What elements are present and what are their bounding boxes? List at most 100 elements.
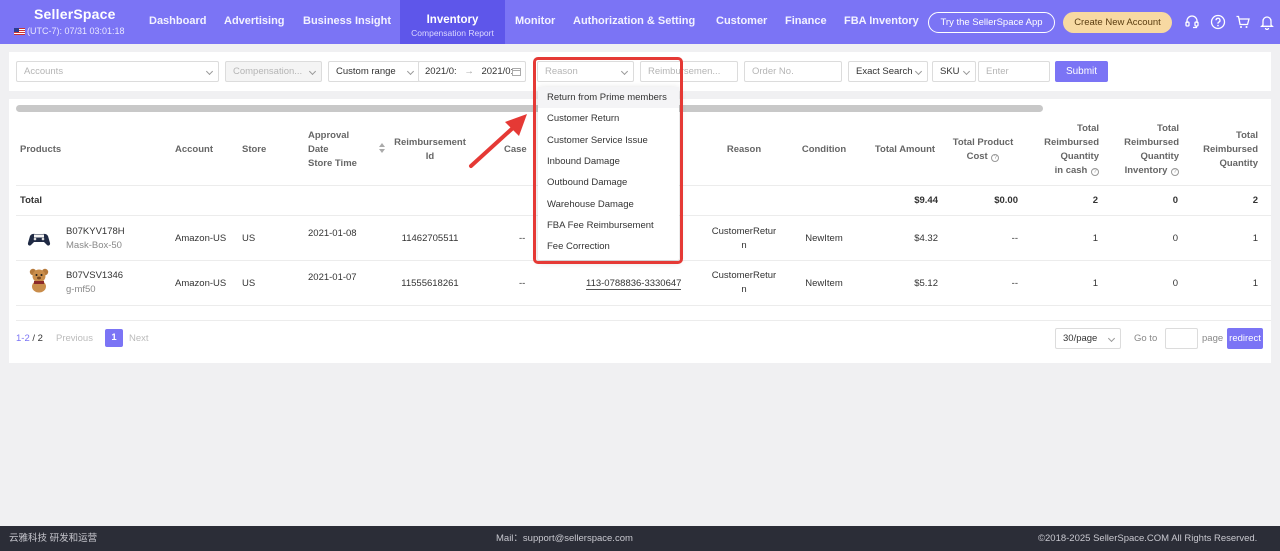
cell-total-product-cost: -- bbox=[1011, 278, 1018, 289]
col-qty-line3: Quantity bbox=[1219, 158, 1258, 169]
cell-reason: CustomerRetur n bbox=[703, 225, 785, 253]
clock-text: (UTC-7): 07/31 03:01:18 bbox=[27, 26, 125, 36]
col-cash-line4-text: in cash bbox=[1054, 165, 1088, 176]
col-account: Account bbox=[175, 144, 213, 155]
page-size-text: 30/page bbox=[1063, 333, 1098, 344]
col-qty-line1: Total bbox=[1236, 130, 1258, 141]
headset-icon[interactable] bbox=[1184, 14, 1200, 30]
col-inv-line1: Total bbox=[1157, 123, 1179, 134]
cell-account: Amazon-US bbox=[175, 233, 227, 244]
nav-monitor[interactable]: Monitor bbox=[515, 0, 555, 44]
product-thumbnail-controller-icon[interactable] bbox=[25, 225, 53, 253]
footer-mail[interactable]: Mail：support@sellerspace.com bbox=[496, 526, 633, 551]
nav-dashboard[interactable]: Dashboard bbox=[149, 0, 206, 44]
total-inventory-qty: 0 bbox=[1172, 195, 1178, 206]
col-inv-line2: Reimbursed bbox=[1124, 137, 1179, 148]
brand-logo[interactable]: SellerSpace bbox=[14, 6, 144, 22]
cell-reason-line1: CustomerRetur bbox=[711, 226, 777, 237]
pagination-count: 1-2 / 2 bbox=[16, 332, 43, 346]
brand[interactable]: SellerSpace (UTC-7): 07/31 03:01:18 bbox=[14, 6, 144, 36]
col-inv-line3: Quantity bbox=[1140, 151, 1179, 162]
cell-cash-qty: 1 bbox=[1092, 233, 1098, 244]
col-total-amount: Total Amount bbox=[874, 144, 936, 155]
page-1-button[interactable]: 1 bbox=[105, 329, 123, 347]
compensation-select-text: Compensation... bbox=[233, 66, 303, 77]
next-page-button[interactable]: Next bbox=[129, 332, 149, 346]
nav-customer[interactable]: Customer bbox=[716, 0, 767, 44]
total-amount: $9.44 bbox=[914, 195, 938, 206]
search-input[interactable]: Enter bbox=[978, 61, 1050, 82]
cell-total-amount: $4.32 bbox=[914, 233, 938, 244]
previous-page-button[interactable]: Previous bbox=[56, 332, 93, 346]
cell-reason-line2: n bbox=[741, 284, 747, 295]
pagination-total: 2 bbox=[37, 333, 43, 344]
nav-authorization[interactable]: Authorization & Setting bbox=[573, 0, 695, 44]
goto-page-input[interactable] bbox=[1165, 328, 1198, 349]
nav-inventory-label: Inventory bbox=[426, 14, 479, 26]
redirect-button[interactable]: redirect bbox=[1227, 328, 1263, 349]
create-account-button[interactable]: Create New Account bbox=[1063, 12, 1172, 33]
order-link-text[interactable]: 113-0788836-3330647 bbox=[586, 278, 682, 290]
info-icon[interactable]: ? bbox=[1091, 168, 1099, 176]
cell-total-product-cost: -- bbox=[1011, 233, 1018, 244]
cell-inventory-qty: 0 bbox=[1172, 278, 1178, 289]
page-label: page bbox=[1202, 333, 1224, 344]
cell-reimbursement-id: 11462705511 bbox=[401, 233, 459, 244]
nav-inventory[interactable]: Inventory Compensation Report bbox=[400, 0, 505, 44]
info-icon[interactable]: ? bbox=[991, 154, 1000, 162]
chevron-down-icon bbox=[308, 67, 317, 76]
date-end: 2021/0: bbox=[481, 66, 514, 77]
cell-inventory-qty: 0 bbox=[1172, 233, 1178, 244]
col-inv-line4: Inventory ? bbox=[1109, 164, 1179, 178]
col-approval-date[interactable]: Approval Date Store Time bbox=[308, 129, 385, 171]
nav-fba-inventory[interactable]: FBA Inventory bbox=[844, 0, 919, 44]
cell-account: Amazon-US bbox=[175, 278, 227, 289]
cart-icon[interactable] bbox=[1235, 14, 1251, 30]
cell-case: -- bbox=[519, 233, 526, 244]
date-separator: → bbox=[464, 66, 474, 77]
calendar-icon bbox=[512, 68, 521, 76]
footer-company: 云雅科技 研发和运营 bbox=[9, 533, 98, 544]
col-approval-line3: Store Time bbox=[308, 158, 357, 169]
try-app-button[interactable]: Try the SellerSpace App bbox=[928, 12, 1055, 33]
cell-condition: NewItem bbox=[805, 233, 843, 244]
chevron-down-icon bbox=[914, 67, 923, 76]
accounts-select-text: Accounts bbox=[24, 66, 64, 77]
product-thumbnail-bear-icon[interactable] bbox=[25, 266, 53, 294]
compensation-select[interactable]: Compensation... bbox=[225, 61, 322, 82]
nav-business-insight[interactable]: Business Insight bbox=[303, 0, 391, 44]
info-icon[interactable]: ? bbox=[1171, 168, 1179, 176]
search-mode-text: Exact Search bbox=[856, 66, 913, 77]
cell-order-link[interactable]: 113-0788836-3330647 bbox=[586, 277, 682, 291]
col-condition: Condition bbox=[801, 144, 847, 155]
product-sku: Mask-Box-50 bbox=[66, 240, 122, 251]
accounts-select[interactable]: Accounts bbox=[16, 61, 219, 82]
submit-button[interactable]: Submit bbox=[1055, 61, 1108, 82]
nav-finance[interactable]: Finance bbox=[785, 0, 827, 44]
nav-advertising[interactable]: Advertising bbox=[224, 0, 285, 44]
date-range-picker[interactable]: 2021/0: → 2021/0: bbox=[418, 61, 526, 82]
product-asin[interactable]: B07KYV178H bbox=[66, 225, 125, 239]
cell-reason: CustomerRetur n bbox=[703, 269, 785, 297]
chevron-down-icon bbox=[962, 67, 971, 76]
col-inv-line4-text: Inventory bbox=[1124, 165, 1168, 176]
date-range-type-select[interactable]: Custom range bbox=[328, 61, 420, 82]
order-no-input[interactable]: Order No. bbox=[744, 61, 842, 82]
col-reimb-line1: Reimbursement bbox=[394, 137, 466, 148]
cell-store: US bbox=[242, 233, 256, 244]
page-size-select[interactable]: 30/page bbox=[1055, 328, 1121, 349]
col-tpc-line1: Total Product bbox=[952, 137, 1014, 148]
cell-cash-qty: 1 bbox=[1092, 278, 1098, 289]
help-icon[interactable] bbox=[1210, 14, 1226, 30]
col-reimbursed-qty-cash: Total Reimbursed Quantity in cash ? bbox=[1029, 122, 1099, 178]
col-reimbursed-qty-inventory: Total Reimbursed Quantity Inventory ? bbox=[1109, 122, 1179, 178]
chevron-down-icon bbox=[1107, 334, 1116, 343]
search-mode-select[interactable]: Exact Search bbox=[848, 61, 928, 82]
bell-icon[interactable] bbox=[1259, 14, 1275, 30]
search-field-select[interactable]: SKU bbox=[932, 61, 976, 82]
cell-approval-date: 2021-01-08 bbox=[308, 228, 357, 239]
sort-icon[interactable] bbox=[378, 143, 385, 153]
col-approval-line2-text: Date bbox=[308, 144, 329, 155]
product-asin[interactable]: B07VSV1346 bbox=[66, 269, 123, 283]
footer-copyright: ©2018-2025 SellerSpace.COM All Rights Re… bbox=[1038, 533, 1258, 544]
